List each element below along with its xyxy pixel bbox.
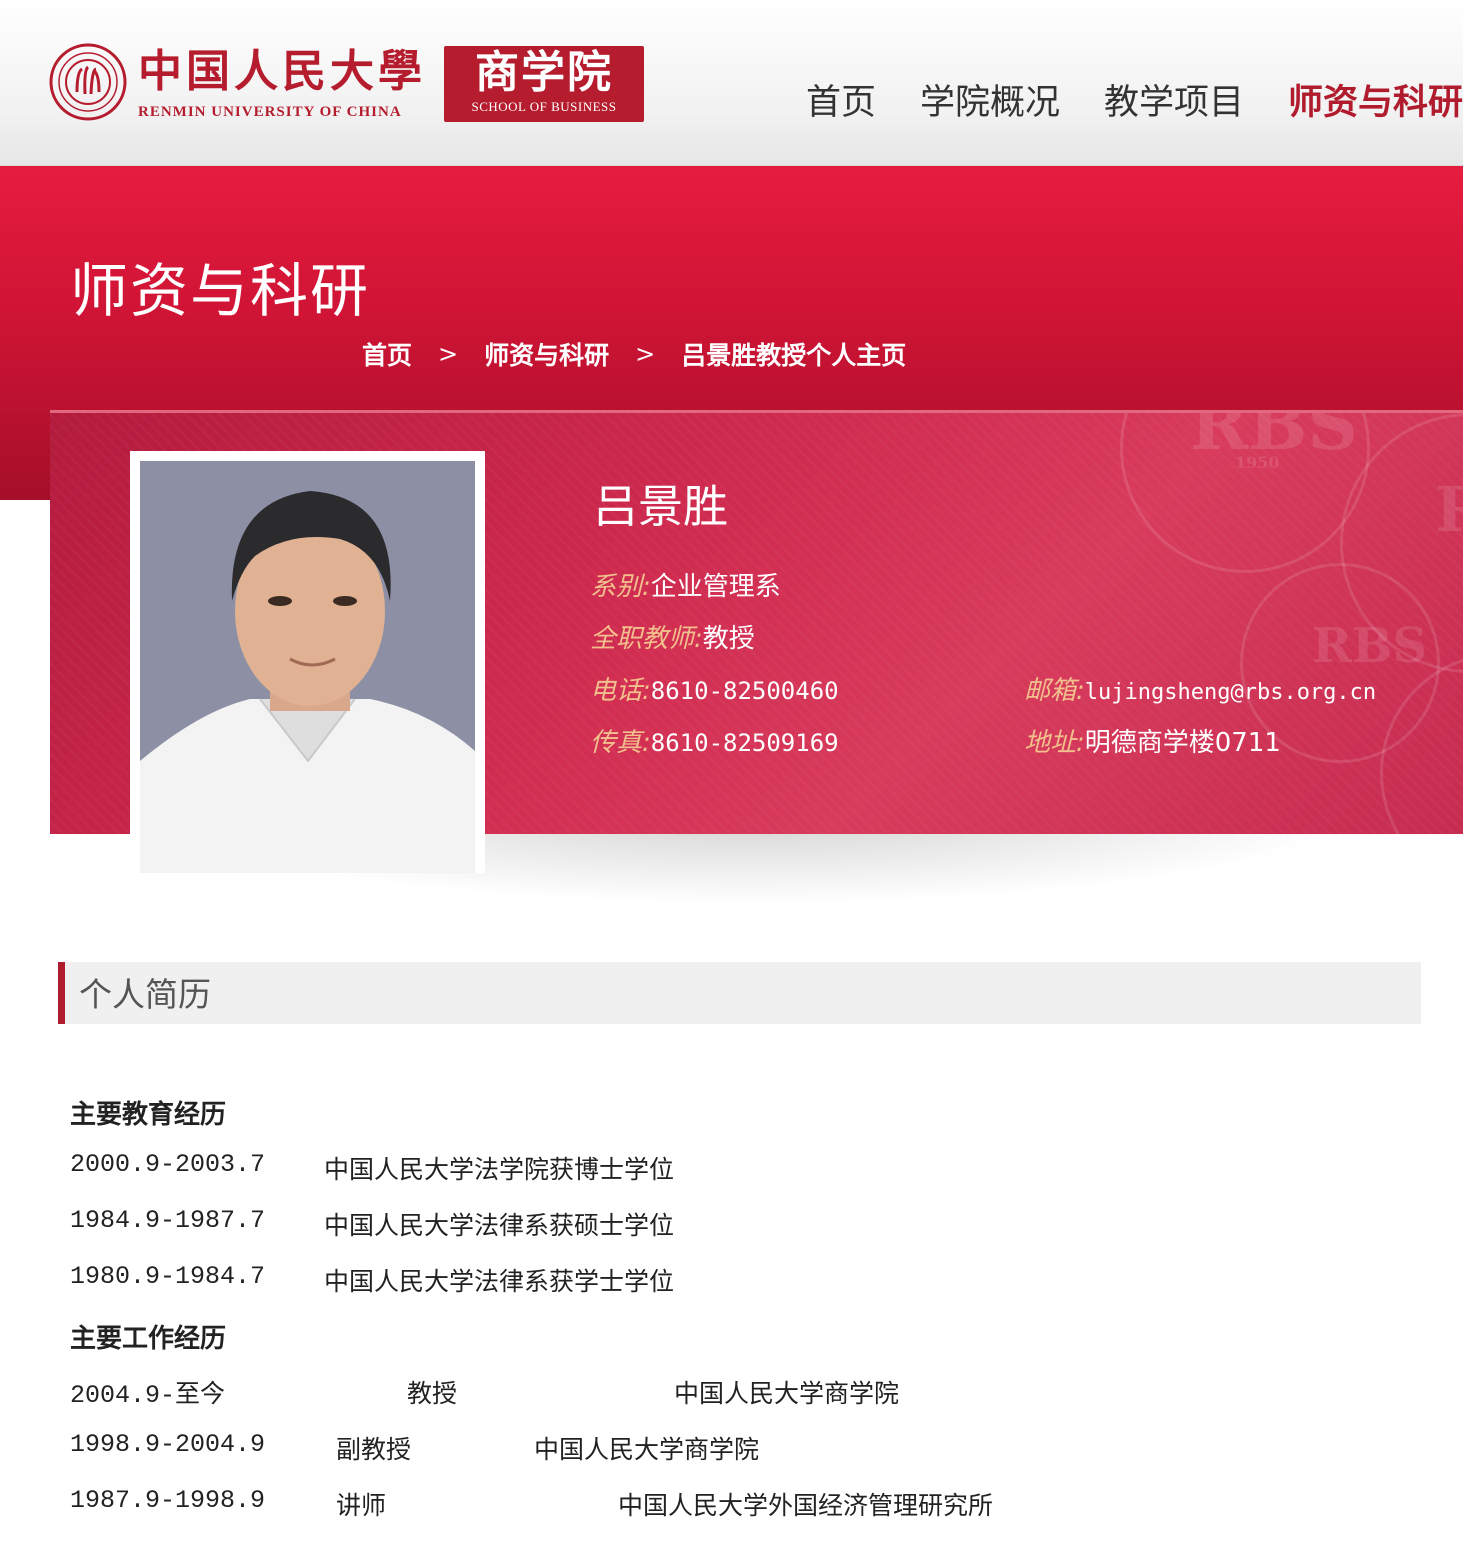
breadcrumb-home[interactable]: 首页 — [362, 336, 412, 372]
chevron-right-icon: > — [438, 340, 459, 368]
education-date: 1980.9-1984.7 — [70, 1262, 266, 1291]
education-desc: 中国人民大学法学院获博士学位 — [324, 1155, 675, 1184]
address-label: 地址: — [1024, 728, 1085, 758]
nav-item-about[interactable]: 学院概况 — [920, 78, 1060, 128]
position-label: 全职教师: — [590, 624, 703, 654]
nav-item-programs[interactable]: 教学项目 — [1104, 78, 1244, 128]
work-heading: 主要工作经历 — [70, 1324, 227, 1354]
logo-chinese-name: 中国人民大學 — [138, 46, 426, 97]
work-date: 2004.9-至今 — [70, 1381, 226, 1410]
professor-name: 吕景胜 — [593, 480, 729, 533]
fax-value: 8610-82509169 — [650, 729, 839, 757]
watermark-stamp-text: RBS — [1312, 618, 1428, 674]
address-row: 地址:明德商学楼0711 — [1024, 722, 1281, 759]
work-organization: 中国人民大学商学院 — [674, 1379, 900, 1408]
university-logo[interactable]: 中国人民大學 RENMIN UNIVERSITY OF CHINA 商学院 SC… — [48, 42, 644, 122]
person-portrait-icon — [140, 461, 475, 873]
department-label: 系别: — [590, 572, 651, 602]
logo-english-name: RENMIN UNIVERSITY OF CHINA — [138, 104, 402, 120]
fax-label: 传真: — [590, 728, 651, 758]
work-date: 1987.9-1998.9 — [70, 1486, 266, 1515]
education-date: 1984.9-1987.7 — [70, 1206, 266, 1235]
department-value: 企业管理系 — [650, 572, 781, 602]
section-header-resume: 个人简历 — [58, 962, 1421, 1024]
page-title: 师资与科研 — [70, 257, 371, 325]
breadcrumb-faculty[interactable]: 师资与科研 — [484, 336, 609, 372]
university-seal-icon — [49, 43, 127, 121]
breadcrumb-current: 吕景胜教授个人主页 — [681, 341, 907, 370]
watermark-stamp-year: 1950 — [1235, 453, 1280, 472]
nav-item-home[interactable]: 首页 — [806, 78, 876, 128]
work-position: 教授 — [407, 1379, 458, 1408]
school-chinese-name: 商学院 — [475, 47, 613, 98]
fax-row: 传真:8610-82509169 — [590, 722, 839, 759]
nav-item-faculty-research[interactable]: 师资与科研 — [1288, 78, 1463, 128]
position-row: 全职教师:教授 — [590, 618, 755, 655]
main-nav: 首页 学院概况 教学项目 师资与科研 — [762, 78, 1463, 128]
education-desc: 中国人民大学法律系获硕士学位 — [324, 1211, 675, 1240]
profile-photo-frame — [130, 451, 485, 873]
site-header: 中国人民大學 RENMIN UNIVERSITY OF CHINA 商学院 SC… — [0, 0, 1463, 166]
work-position: 讲师 — [336, 1491, 387, 1520]
section-title: 个人简历 — [79, 975, 211, 1014]
position-value: 教授 — [702, 624, 755, 654]
chevron-right-icon: > — [635, 340, 656, 368]
email-label: 邮箱: — [1024, 676, 1085, 706]
work-organization: 中国人民大学商学院 — [534, 1435, 760, 1464]
education-desc: 中国人民大学法律系获学士学位 — [324, 1267, 675, 1296]
breadcrumb: 首页 > 师资与科研 > 吕景胜教授个人主页 — [362, 336, 906, 372]
department-row: 系别:企业管理系 — [590, 566, 781, 603]
watermark-stamp-text: RBS — [1435, 473, 1463, 546]
phone-label: 电话: — [590, 676, 651, 706]
email-row: 邮箱:lujingsheng@rbs.org.cn — [1024, 670, 1376, 707]
email-link[interactable]: lujingsheng@rbs.org.cn — [1085, 680, 1376, 705]
school-badge[interactable]: 商学院 SCHOOL OF BUSINESS — [444, 46, 644, 122]
phone-value: 8610-82500460 — [650, 677, 839, 705]
work-date: 1998.9-2004.9 — [70, 1430, 266, 1459]
profile-photo — [140, 461, 475, 873]
work-position: 副教授 — [336, 1435, 412, 1464]
phone-row: 电话:8610-82500460 — [590, 670, 839, 707]
address-value: 明德商学楼0711 — [1084, 728, 1281, 758]
school-english-name: SCHOOL OF BUSINESS — [471, 99, 617, 114]
education-heading: 主要教育经历 — [70, 1100, 227, 1130]
work-organization: 中国人民大学外国经济管理研究所 — [618, 1491, 994, 1520]
education-date: 2000.9-2003.7 — [70, 1150, 266, 1179]
